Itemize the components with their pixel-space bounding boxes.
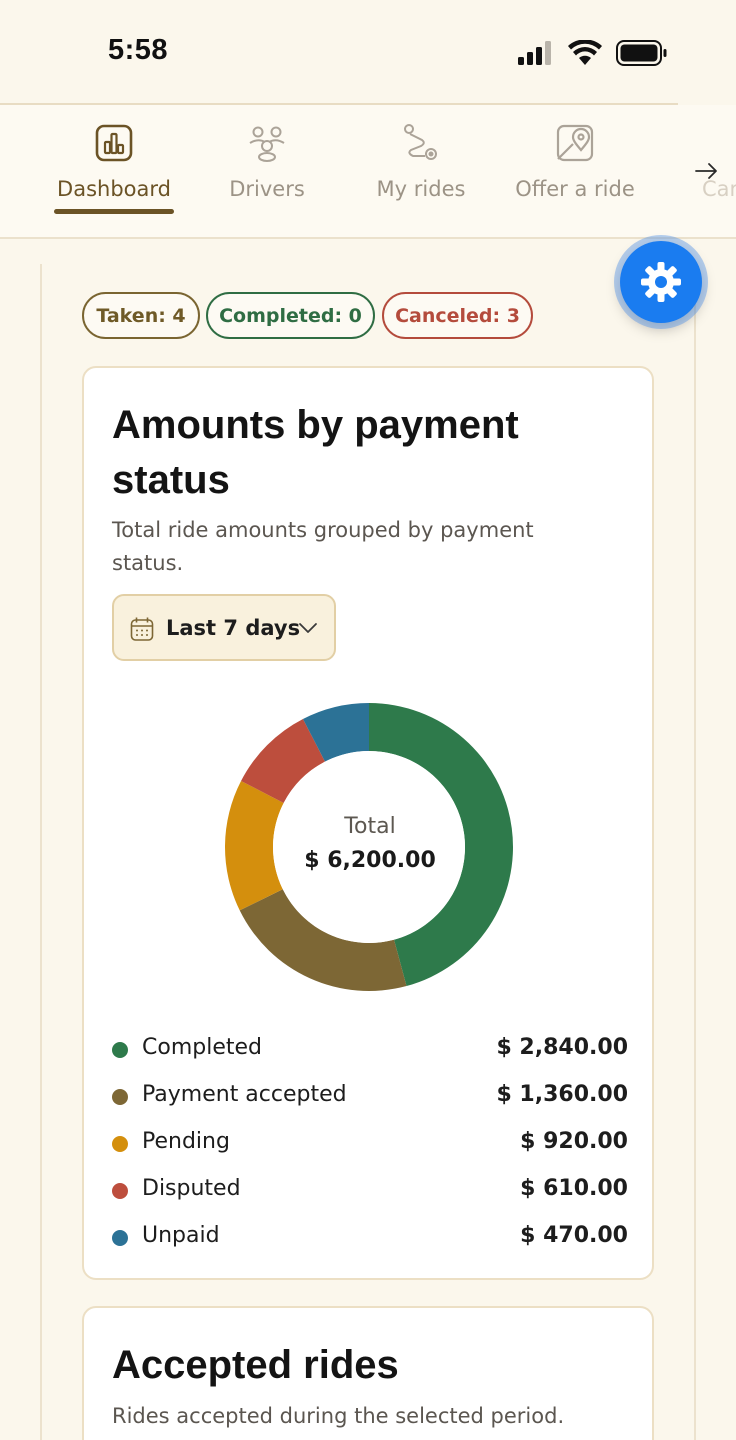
wifi-icon: [568, 40, 602, 65]
legend-label: Completed: [142, 1035, 262, 1060]
accepted-rides-card: Accepted rides Rides accepted during the…: [82, 1306, 654, 1440]
donut-total-value: $ 6,200.00: [304, 848, 436, 873]
payment-donut-chart: [225, 703, 514, 991]
legend-value: $ 1,360.00: [496, 1082, 628, 1107]
payment-card-description: Total ride amounts grouped by payment st…: [112, 518, 534, 575]
calendar-icon: [130, 617, 154, 641]
legend-row: Payment accepted $ 1,360.00: [112, 1079, 628, 1126]
tab-dashboard[interactable]: Dashboard: [44, 105, 184, 238]
settings-button[interactable]: [620, 241, 702, 323]
chart-legend: Completed $ 2,840.00 Payment accepted $ 1,3…: [112, 1032, 628, 1267]
legend-value: $ 2,840.00: [496, 1035, 628, 1060]
accepted-card-title: Accepted rides: [112, 1343, 399, 1387]
legend-dot: [112, 1183, 128, 1199]
payment-status-card: Amounts by payment status Total ride amo…: [82, 366, 654, 1280]
nav-divider: [0, 237, 736, 239]
legend-dot: [112, 1136, 128, 1152]
gear-icon: [641, 262, 681, 302]
accepted-card-description: Rides accepted during the selected perio…: [112, 1404, 565, 1428]
legend-row: Completed $ 2,840.00: [112, 1032, 628, 1079]
date-range-select[interactable]: Last 7 days: [112, 594, 336, 661]
legend-label: Pending: [142, 1129, 230, 1154]
legend-value: $ 470.00: [520, 1223, 628, 1248]
payment-card-title: Amounts by payment status: [112, 403, 519, 502]
legend-label: Disputed: [142, 1176, 241, 1201]
legend-row: Unpaid $ 470.00: [112, 1220, 628, 1267]
tab-offer-ride[interactable]: Offer a ride: [505, 105, 645, 238]
date-range-value: Last 7 days: [166, 616, 301, 640]
legend-value: $ 610.00: [520, 1176, 628, 1201]
legend-row: Disputed $ 610.00: [112, 1173, 628, 1220]
completed-filter-pill[interactable]: Completed: 0: [206, 292, 375, 339]
tab-offer-ride-label: Offer a ride: [515, 177, 635, 201]
route-icon: [404, 124, 437, 160]
active-tab-indicator: [54, 209, 174, 214]
status-icons: [518, 40, 668, 66]
taken-filter-pill[interactable]: Taken: 4: [82, 292, 200, 339]
tab-navigation: Dashboard Drivers My rides Offer a ride …: [0, 105, 736, 238]
chart-icon: [95, 124, 133, 162]
tab-drivers[interactable]: Drivers: [202, 105, 332, 238]
donut-hole: [273, 751, 465, 943]
canceled-filter-pill[interactable]: Canceled: 3: [382, 292, 533, 339]
legend-label: Unpaid: [142, 1223, 220, 1248]
drivers-icon: [249, 126, 285, 162]
legend-dot: [112, 1230, 128, 1246]
map-pin-icon: [556, 124, 594, 162]
tab-drivers-label: Drivers: [229, 177, 305, 201]
legend-label: Payment accepted: [142, 1082, 347, 1107]
status-bar: 5:58: [0, 0, 736, 104]
donut-total-label: Total: [344, 814, 396, 839]
tab-my-rides-label: My rides: [376, 177, 466, 201]
legend-dot: [112, 1089, 128, 1105]
battery-icon: [616, 40, 667, 66]
legend-value: $ 920.00: [520, 1129, 628, 1154]
tab-my-rides[interactable]: My rides: [356, 105, 486, 238]
signal-icon: [518, 41, 551, 65]
tab-partial-label[interactable]: Car: [702, 177, 736, 201]
tab-dashboard-label: Dashboard: [57, 177, 171, 201]
chevron-down-icon: [299, 623, 317, 633]
status-time: 5:58: [108, 34, 169, 66]
legend-row: Pending $ 920.00: [112, 1126, 628, 1173]
legend-dot: [112, 1042, 128, 1058]
